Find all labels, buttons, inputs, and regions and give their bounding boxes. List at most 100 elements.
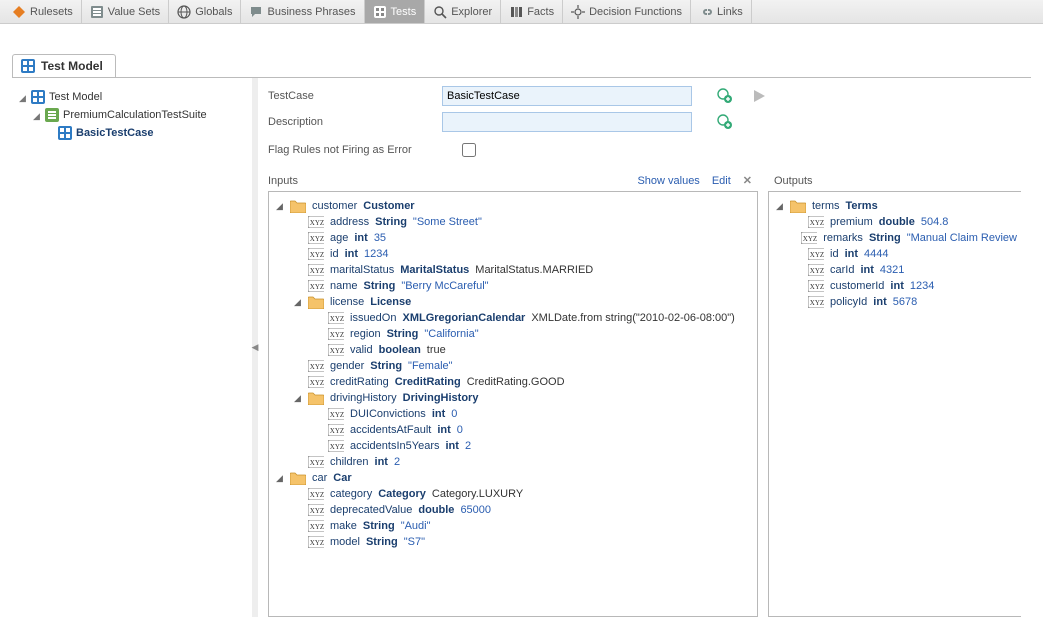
property-row[interactable]: XYZregionString"California" bbox=[273, 326, 753, 342]
suite-icon bbox=[45, 108, 59, 122]
page-tab-label: Test Model bbox=[41, 59, 103, 73]
tab-tests[interactable]: Tests bbox=[365, 0, 426, 23]
property-row[interactable]: XYZpremiumdouble504.8 bbox=[773, 214, 1017, 230]
caret-icon[interactable]: ◢ bbox=[18, 93, 27, 102]
prop-value: "Berry McCareful" bbox=[401, 280, 488, 292]
property-row[interactable]: XYZmakeString"Audi" bbox=[273, 518, 753, 534]
property-row[interactable]: XYZgenderString"Female" bbox=[273, 358, 753, 374]
edit-link[interactable]: Edit bbox=[712, 175, 731, 187]
rulesets-icon bbox=[12, 5, 26, 19]
close-icon[interactable]: ✕ bbox=[743, 174, 752, 187]
prop-value: "Female" bbox=[408, 360, 453, 372]
property-row[interactable]: XYZchildrenint2 bbox=[273, 454, 753, 470]
object-node[interactable]: ◢carCar bbox=[273, 470, 753, 486]
io-header-row: Inputs Show values Edit ✕ Outputs bbox=[268, 174, 1021, 187]
property-row[interactable]: XYZcustomerIdint1234 bbox=[773, 278, 1017, 294]
tree-suite[interactable]: ◢ PremiumCalculationTestSuite bbox=[18, 106, 246, 124]
show-values-link[interactable]: Show values bbox=[637, 175, 699, 187]
gear-icon bbox=[571, 5, 585, 19]
property-row[interactable]: XYZaccidentsAtFaultint0 bbox=[273, 422, 753, 438]
property-row[interactable]: XYZageint35 bbox=[273, 230, 753, 246]
tab-globals[interactable]: Globals bbox=[169, 0, 241, 23]
prop-type: int bbox=[860, 264, 873, 276]
prop-name: id bbox=[830, 248, 839, 260]
inputs-title: Inputs bbox=[268, 175, 298, 187]
prop-value: "Audi" bbox=[401, 520, 431, 532]
property-row[interactable]: XYZcreditRatingCreditRatingCreditRating.… bbox=[273, 374, 753, 390]
object-node[interactable]: ◢termsTerms bbox=[773, 198, 1017, 214]
property-row[interactable]: XYZcarIdint4321 bbox=[773, 262, 1017, 278]
tab-label: Value Sets bbox=[108, 6, 160, 18]
object-node[interactable]: ◢licenseLicense bbox=[273, 294, 753, 310]
property-row[interactable]: XYZaccidentsIn5Yearsint2 bbox=[273, 438, 753, 454]
tab-label: Decision Functions bbox=[589, 6, 682, 18]
tab-explorer[interactable]: Explorer bbox=[425, 0, 501, 23]
description-input[interactable] bbox=[442, 112, 692, 132]
property-row[interactable]: XYZnameString"Berry McCareful" bbox=[273, 278, 753, 294]
tab-label: Facts bbox=[527, 6, 554, 18]
tree-root-label: Test Model bbox=[49, 91, 102, 103]
add-icon[interactable] bbox=[716, 113, 734, 131]
tab-business-phrases[interactable]: Business Phrases bbox=[241, 0, 364, 23]
property-row[interactable]: XYZpolicyIdint5678 bbox=[773, 294, 1017, 310]
caret-icon[interactable]: ◢ bbox=[775, 201, 784, 212]
xyz-icon: XYZ bbox=[801, 231, 817, 245]
property-row[interactable]: XYZdeprecatedValuedouble65000 bbox=[273, 502, 753, 518]
xyz-icon: XYZ bbox=[308, 375, 324, 389]
property-row[interactable]: XYZmaritalStatusMaritalStatusMaritalStat… bbox=[273, 262, 753, 278]
property-row[interactable]: XYZremarksString"Manual Claim Review bbox=[773, 230, 1017, 246]
tab-links[interactable]: Links bbox=[691, 0, 752, 23]
play-button[interactable] bbox=[750, 87, 768, 105]
caret-icon[interactable]: ◢ bbox=[293, 393, 302, 404]
testcase-input[interactable] bbox=[442, 86, 692, 106]
property-row[interactable]: XYZissuedOnXMLGregorianCalendarXMLDate.f… bbox=[273, 310, 753, 326]
prop-name: license bbox=[330, 296, 364, 308]
facts-icon bbox=[509, 5, 523, 19]
property-row[interactable]: XYZDUIConvictionsint0 bbox=[273, 406, 753, 422]
xyz-icon: XYZ bbox=[328, 439, 344, 453]
property-row[interactable]: XYZidint4444 bbox=[773, 246, 1017, 262]
flag-checkbox[interactable] bbox=[462, 143, 476, 157]
svg-text:XYZ: XYZ bbox=[310, 251, 324, 259]
property-row[interactable]: XYZvalidbooleantrue bbox=[273, 342, 753, 358]
prop-name: remarks bbox=[823, 232, 863, 244]
property-row[interactable]: XYZaddressString"Some Street" bbox=[273, 214, 753, 230]
property-row[interactable]: XYZmodelString"S7" bbox=[273, 534, 753, 550]
test-model-icon bbox=[31, 90, 45, 104]
prop-name: customerId bbox=[830, 280, 884, 292]
tab-label: Explorer bbox=[451, 6, 492, 18]
add-icon[interactable] bbox=[716, 87, 734, 105]
prop-type: Category bbox=[378, 488, 426, 500]
svg-text:XYZ: XYZ bbox=[310, 507, 324, 515]
object-node[interactable]: ◢drivingHistoryDrivingHistory bbox=[273, 390, 753, 406]
prop-type: int bbox=[437, 424, 450, 436]
caret-icon[interactable]: ◢ bbox=[275, 201, 284, 212]
prop-type: Car bbox=[333, 472, 351, 484]
svg-text:XYZ: XYZ bbox=[310, 267, 324, 275]
flag-label: Flag Rules not Firing as Error bbox=[268, 144, 438, 156]
object-node[interactable]: ◢customerCustomer bbox=[273, 198, 753, 214]
tab-label: Tests bbox=[391, 6, 417, 18]
property-row[interactable]: XYZidint1234 bbox=[273, 246, 753, 262]
tab-rulesets[interactable]: Rulesets bbox=[4, 0, 82, 23]
prop-name: policyId bbox=[830, 296, 867, 308]
caret-icon[interactable]: ◢ bbox=[32, 111, 41, 120]
prop-type: String bbox=[869, 232, 901, 244]
tab-facts[interactable]: Facts bbox=[501, 0, 563, 23]
prop-type: Customer bbox=[363, 200, 414, 212]
outputs-panel[interactable]: ◢termsTermsXYZpremiumdouble504.8XYZ remar… bbox=[768, 191, 1021, 617]
tree-root[interactable]: ◢ Test Model bbox=[18, 88, 246, 106]
prop-name: maritalStatus bbox=[330, 264, 394, 276]
prop-name: accidentsIn5Years bbox=[350, 440, 440, 452]
tab-value-sets[interactable]: Value Sets bbox=[82, 0, 169, 23]
caret-icon[interactable]: ◢ bbox=[275, 473, 284, 484]
tab-decision-functions[interactable]: Decision Functions bbox=[563, 0, 691, 23]
inputs-panel[interactable]: ◢customerCustomerXYZaddressString"Some S… bbox=[268, 191, 758, 617]
tree-testcase[interactable]: BasicTestCase bbox=[18, 124, 246, 142]
caret-icon[interactable]: ◢ bbox=[293, 297, 302, 308]
xyz-icon: XYZ bbox=[328, 343, 344, 357]
prop-type: DrivingHistory bbox=[403, 392, 479, 404]
prop-name: accidentsAtFault bbox=[350, 424, 431, 436]
page-tab-test-model[interactable]: Test Model bbox=[12, 54, 116, 77]
property-row[interactable]: XYZcategoryCategoryCategory.LUXURY bbox=[273, 486, 753, 502]
